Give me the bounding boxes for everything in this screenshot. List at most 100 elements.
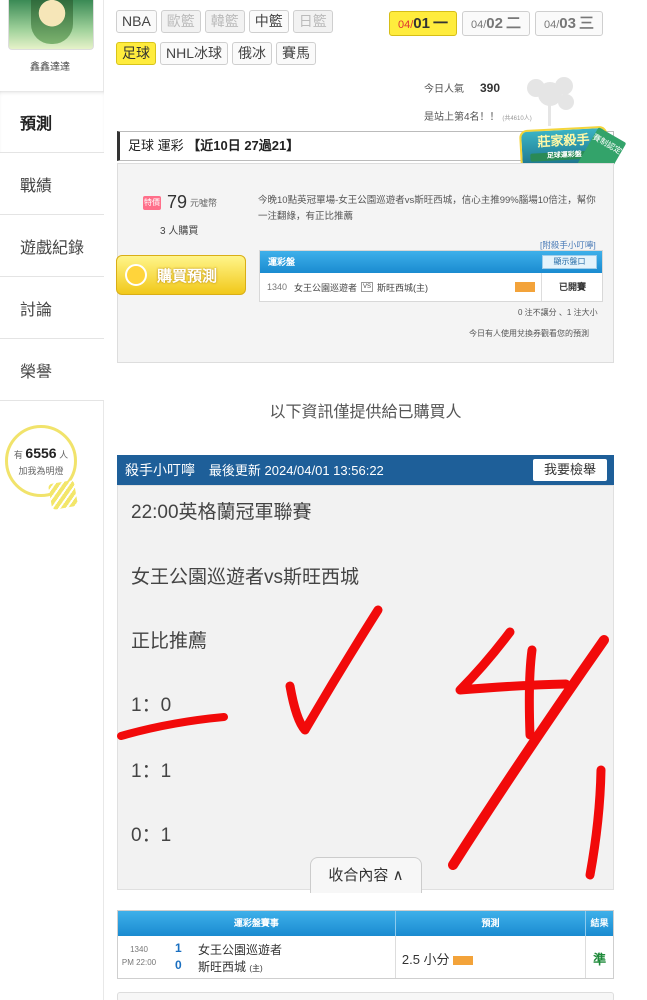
team2-home-suffix: (主)	[249, 964, 263, 973]
nav-item-honors[interactable]: 榮譽	[0, 339, 104, 401]
avatar-image	[31, 0, 73, 44]
username[interactable]: 鑫鑫達達	[0, 58, 100, 73]
price-unit: 元噓幣	[190, 198, 218, 208]
game-status: 已開賽	[541, 273, 603, 301]
vs-icon: VS	[361, 282, 374, 292]
pick-count-note: 0 注不讓分 、1 注大小	[518, 308, 598, 317]
result-game-time: PM 22:00	[121, 958, 157, 967]
team2-score: 0	[175, 958, 182, 972]
coin-icon	[125, 264, 147, 286]
result-prediction-label: 2.5 小分	[401, 952, 450, 967]
report-button[interactable]: 我要檢舉	[533, 459, 607, 481]
sport-japan-basketball[interactable]: 日籃	[292, 10, 333, 33]
buy-button-label: 購買預測	[157, 267, 218, 285]
rank-total: (共4610人)	[502, 116, 532, 122]
popularity-value: 390	[480, 81, 501, 95]
buy-prediction-button[interactable]: 購買預測	[116, 255, 246, 295]
date-0401[interactable]: 04/01 一	[389, 11, 457, 36]
odds-type-tag-icon	[515, 282, 535, 292]
hint-line-league: 22:00英格蘭冠軍聯賽	[131, 502, 312, 523]
results-col-prediction: 預測	[396, 911, 587, 936]
fans-count: 6556	[25, 445, 57, 461]
popularity: 今日人氣 390	[424, 80, 500, 95]
hint-title: 殺手小叮嚀	[125, 462, 195, 478]
date-weekday: 三	[579, 15, 595, 32]
home-team: 斯旺西城(主)	[377, 282, 429, 293]
results-header: 運彩盤賽事 預測 結果	[118, 911, 613, 936]
badge-title: 莊家殺手	[537, 131, 590, 150]
away-team: 女王公園巡遊者	[294, 282, 358, 293]
buyer-only-notice: 以下資訊僅提供給已購買人	[269, 404, 462, 421]
date-0402[interactable]: 04/02 二	[462, 11, 530, 36]
result-outcome: 準	[593, 952, 607, 967]
date-weekday: 一	[433, 15, 449, 32]
sidebar-nav: 預測 戰績 遊戲紀錄 討論 榮譽	[0, 91, 104, 401]
team2-name: 斯旺西城 (主)	[198, 958, 263, 975]
sport-china-basketball[interactable]: 中籃	[248, 10, 289, 33]
sport-filter-row-2: 足球 NHL冰球 俄冰 賽馬	[116, 42, 317, 65]
page: 鑫鑫達達 預測 戰績 遊戲紀錄 討論 榮譽 有 6556 人 加我為明燈 NBA…	[0, 0, 647, 1000]
sale-tag: 特價	[143, 195, 161, 210]
fans-suffix: 人	[59, 450, 69, 460]
hint-line-score-3: 0：1	[131, 825, 172, 846]
odds-row: 1340 女王公園巡遊者 VS 斯旺西城(主) 已開賽	[260, 273, 602, 301]
nav-item-record[interactable]: 戰績	[0, 153, 104, 215]
sport-russian-hockey[interactable]: 俄冰	[232, 42, 273, 65]
hint-updated: 最後更新 2024/04/01 13:56:22	[208, 463, 384, 478]
odds-header: 運彩盤 顯示盤口	[260, 251, 602, 273]
date-day: 02	[486, 15, 503, 32]
hint-line-score-1: 1：0	[131, 695, 172, 716]
date-day: 01	[413, 15, 430, 32]
date-0403[interactable]: 04/03 三	[535, 11, 603, 36]
date-month: 04/	[470, 19, 487, 31]
price-value: 79	[167, 192, 188, 212]
follow-label: 加我為明燈	[18, 466, 64, 476]
team1-name: 女王公園巡遊者	[198, 943, 283, 957]
fans-prefix: 有	[13, 450, 23, 460]
avatar[interactable]	[8, 0, 94, 50]
result-prediction: 2.5 小分	[402, 949, 473, 968]
sidebar: 鑫鑫達達 預測 戰績 遊戲紀錄 討論 榮譽 有 6556 人 加我為明燈	[0, 0, 104, 1000]
nav-item-game-history[interactable]: 遊戲紀錄	[0, 215, 104, 277]
result-game-info: 1340 PM 22:00	[118, 943, 160, 969]
result-outcome-cell: 準	[586, 936, 613, 978]
odds-header-label: 運彩盤	[268, 257, 296, 267]
results-col-match: 運彩盤賽事	[118, 911, 396, 936]
date-month: 04/	[543, 19, 560, 31]
hint-line-score-2: 1：1	[131, 761, 172, 782]
date-month: 04/	[397, 19, 414, 31]
sport-korea-basketball[interactable]: 韓籃	[204, 10, 245, 33]
nav-item-discussion[interactable]: 討論	[0, 277, 104, 339]
price: 特價 79 元噓幣	[143, 192, 217, 213]
results-col-result: 結果	[590, 918, 609, 928]
killer-hint-body	[117, 485, 614, 890]
result-prediction-cell: 2.5 小分	[396, 936, 587, 978]
rank-text: 是站上第4名！！ (共4610人)	[424, 108, 532, 123]
date-selector: 04/01 一 04/02 二 04/03 三	[389, 11, 603, 36]
buyer-count: 3 人購買	[160, 226, 199, 237]
next-card	[117, 992, 614, 1000]
hint-line-recommend: 正比推薦	[131, 631, 208, 652]
sport-nhl[interactable]: NHL冰球	[160, 42, 229, 65]
sport-euro-basketball[interactable]: 歐籃	[160, 10, 201, 33]
game-number: 1340	[266, 282, 288, 292]
odds-table: 運彩盤 顯示盤口 1340 女王公園巡遊者 VS 斯旺西城(主) 已開賽	[259, 250, 603, 302]
table-row: 1340 PM 22:00 1 女王公園巡遊者 0 斯旺西城 (主) 2.5 小分…	[118, 936, 613, 978]
team1-score: 1	[175, 941, 182, 955]
date-weekday: 二	[506, 15, 522, 32]
sport-football[interactable]: 足球	[116, 42, 156, 65]
result-match-cell: 1340 PM 22:00 1 女王公園巡遊者 0 斯旺西城 (主)	[118, 936, 396, 978]
results-table: 運彩盤賽事 預測 結果 1340 PM 22:00 1 女王公園巡遊者 0 斯旺西…	[117, 910, 614, 979]
prediction-sport: 足球 運彩	[128, 138, 184, 153]
popularity-label: 今日人氣	[424, 84, 464, 95]
sport-filter-row-1: NBA 歐籃 韓籃 中籃 日籃	[116, 10, 333, 33]
collapse-content-button[interactable]: 收合內容 ∧	[310, 857, 422, 893]
sport-nba[interactable]: NBA	[116, 10, 157, 33]
prediction-description: 今晚10點英冠單場-女王公園巡遊者vs斯旺西城，信心主推99%腦場10倍注，幫你…	[258, 195, 596, 222]
nav-item-predict[interactable]: 預測	[0, 91, 104, 153]
show-odds-button[interactable]: 顯示盤口	[542, 255, 597, 269]
sport-horse-racing[interactable]: 賽馬	[276, 42, 317, 65]
killer-hint-header: 殺手小叮嚀 最後更新 2024/04/01 13:56:22 我要檢舉	[117, 455, 614, 485]
team2-label: 斯旺西城	[198, 960, 247, 974]
lightbulb-icon	[47, 479, 79, 511]
